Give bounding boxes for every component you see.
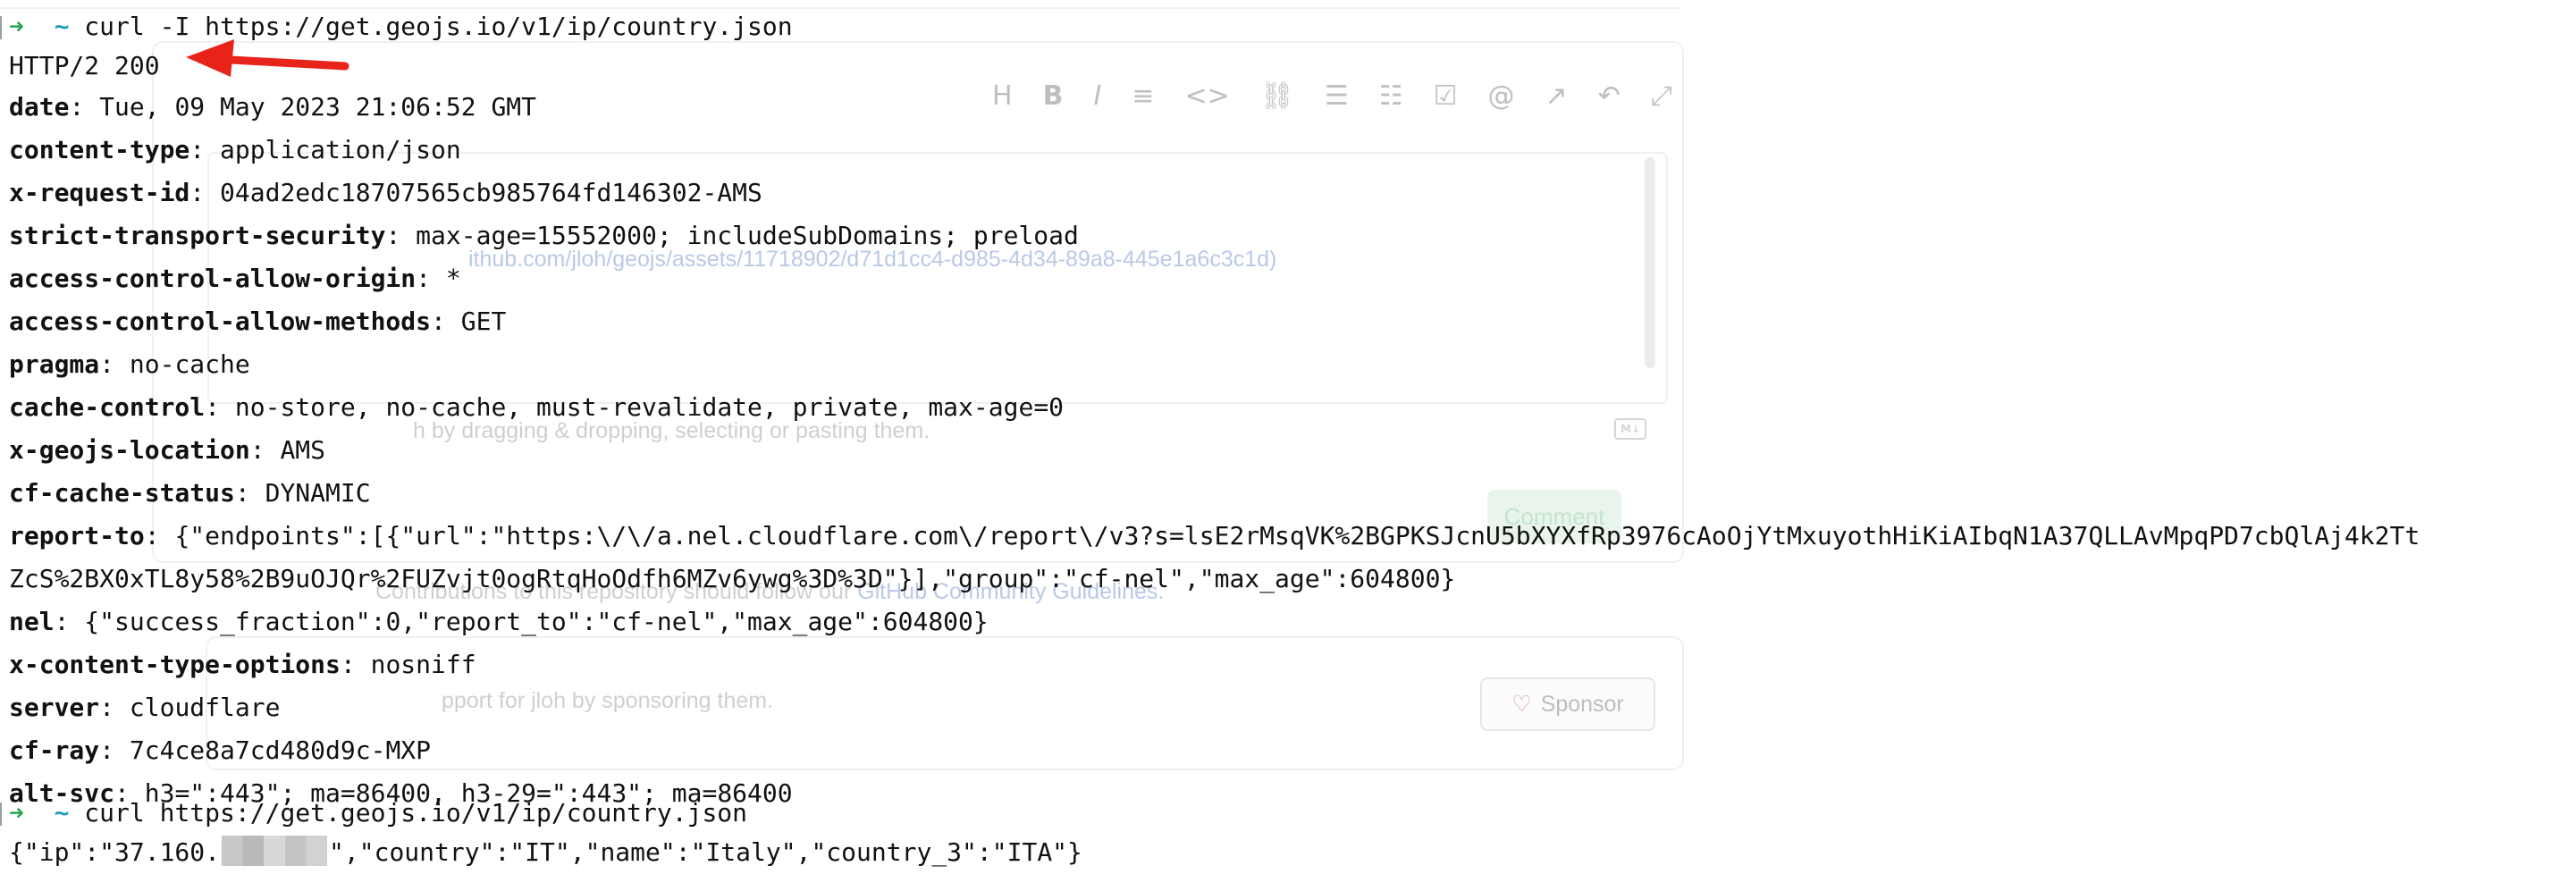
header-key: cache-control (9, 392, 206, 422)
header-key: report-to (9, 521, 145, 550)
prompt-home-dir: ~ (54, 12, 70, 41)
header-line: cf-ray: 7c4ce8a7cd480d9c-MXP (9, 731, 431, 770)
header-value: cloudflare (129, 693, 281, 722)
header-separator: : (234, 478, 265, 508)
header-key: x-request-id (9, 178, 190, 207)
header-value: * (445, 264, 461, 293)
header-line: access-control-allow-origin: * (9, 259, 461, 298)
header-line: access-control-allow-methods: GET (9, 302, 506, 341)
prompt-margin-marker-2 (0, 803, 2, 826)
prompt-home-dir-2: ~ (54, 798, 70, 828)
header-value: {"endpoints":[{"url":"https:\/\/a.nel.cl… (174, 521, 2420, 550)
header-separator: : (416, 264, 446, 293)
header-line: server: cloudflare (9, 688, 280, 727)
json-output-line: {"ip":"37.160. ","country":"IT","name":"I… (9, 833, 1082, 872)
header-line: x-geojs-location: AMS (9, 431, 325, 470)
header-separator: : (99, 693, 130, 722)
header-value: max-age=15552000; includeSubDomains; pre… (416, 221, 1079, 250)
header-value: no-cache (129, 349, 250, 379)
header-line: x-content-type-options: nosniff (9, 645, 476, 685)
header-key: x-content-type-options (9, 650, 341, 679)
header-line: pragma: no-cache (9, 345, 250, 384)
header-separator: : (189, 178, 221, 207)
header-key: server (9, 693, 100, 722)
header-line: x-request-id: 04ad2edc18707565cb985764fd… (9, 173, 762, 213)
header-separator: : (205, 392, 235, 422)
header-separator: : (249, 435, 281, 465)
header-line: strict-transport-security: max-age=15552… (9, 216, 1079, 256)
header-line: report-to: {"endpoints":[{"url":"https:\… (9, 517, 2420, 556)
header-value: 7c4ce8a7cd480d9c-MXP (129, 735, 432, 765)
header-value: no-store, no-cache, must-revalidate, pri… (234, 392, 1065, 422)
header-line: cache-control: no-store, no-cache, must-… (9, 388, 1064, 427)
header-key: nel (9, 607, 55, 636)
header-line: nel: {"success_fraction":0,"report_to":"… (9, 602, 989, 642)
header-value: AMS (280, 435, 326, 465)
header-separator: : (385, 221, 417, 250)
header-separator: : (340, 650, 371, 679)
header-line: ZcS%2BX0xTL8y58%2B9uOJQr%2FUZvjt0ogRtqHo… (9, 559, 1455, 599)
header-value: nosniff (370, 650, 476, 679)
command-text-2: curl https://get.geojs.io/v1/ip/country.… (84, 798, 748, 828)
header-separator: : (69, 92, 100, 122)
header-key: date (9, 92, 70, 122)
header-value: Tue, 09 May 2023 21:06:52 GMT (99, 92, 537, 122)
header-key: content-type (9, 135, 190, 164)
header-separator: : (189, 135, 221, 164)
header-key: cf-cache-status (9, 478, 235, 508)
header-key: access-control-allow-origin (9, 264, 417, 293)
redacted-ip-block (222, 836, 328, 866)
header-key: strict-transport-security (9, 221, 386, 250)
header-line: content-type: application/json (9, 130, 461, 170)
header-separator: : (99, 735, 130, 765)
header-value: 04ad2edc18707565cb985764fd146302-AMS (220, 178, 762, 207)
prompt-arrow-icon-2: ➜ (9, 798, 24, 828)
header-line: date: Tue, 09 May 2023 21:06:52 GMT (9, 88, 536, 127)
header-key: access-control-allow-methods (9, 307, 432, 336)
header-separator: : (431, 307, 461, 336)
terminal-output: ➜ ~ curl -I https://get.geojs.io/v1/ip/c… (0, 0, 2576, 874)
header-key: cf-ray (9, 735, 100, 765)
header-value: application/json (220, 135, 461, 164)
prompt-arrow-icon: ➜ (9, 12, 24, 41)
red-arrow-annotation-icon (186, 39, 349, 77)
json-output-prefix: {"ip":"37.160. (9, 837, 221, 867)
header-separator: : (99, 349, 130, 379)
header-key: pragma (9, 349, 100, 379)
command-line-1: ➜ ~ curl -I https://get.geojs.io/v1/ip/c… (9, 7, 793, 46)
json-output-suffix: ","country":"IT","name":"Italy","country… (329, 837, 1082, 867)
header-line: cf-cache-status: DYNAMIC (9, 474, 371, 513)
header-separator: : (144, 521, 175, 550)
header-separator: : (54, 607, 85, 636)
header-value: ZcS%2BX0xTL8y58%2B9uOJQr%2FUZvjt0ogRtqHo… (9, 564, 1456, 593)
header-key: x-geojs-location (9, 435, 250, 465)
status-line: HTTP/2 200 (9, 51, 160, 80)
prompt-margin-marker (0, 16, 2, 39)
header-value: DYNAMIC (265, 478, 371, 508)
command-line-2: ➜ ~ curl https://get.geojs.io/v1/ip/coun… (9, 794, 747, 833)
header-value: {"success_fraction":0,"report_to":"cf-ne… (84, 607, 989, 636)
header-value: GET (460, 307, 507, 336)
